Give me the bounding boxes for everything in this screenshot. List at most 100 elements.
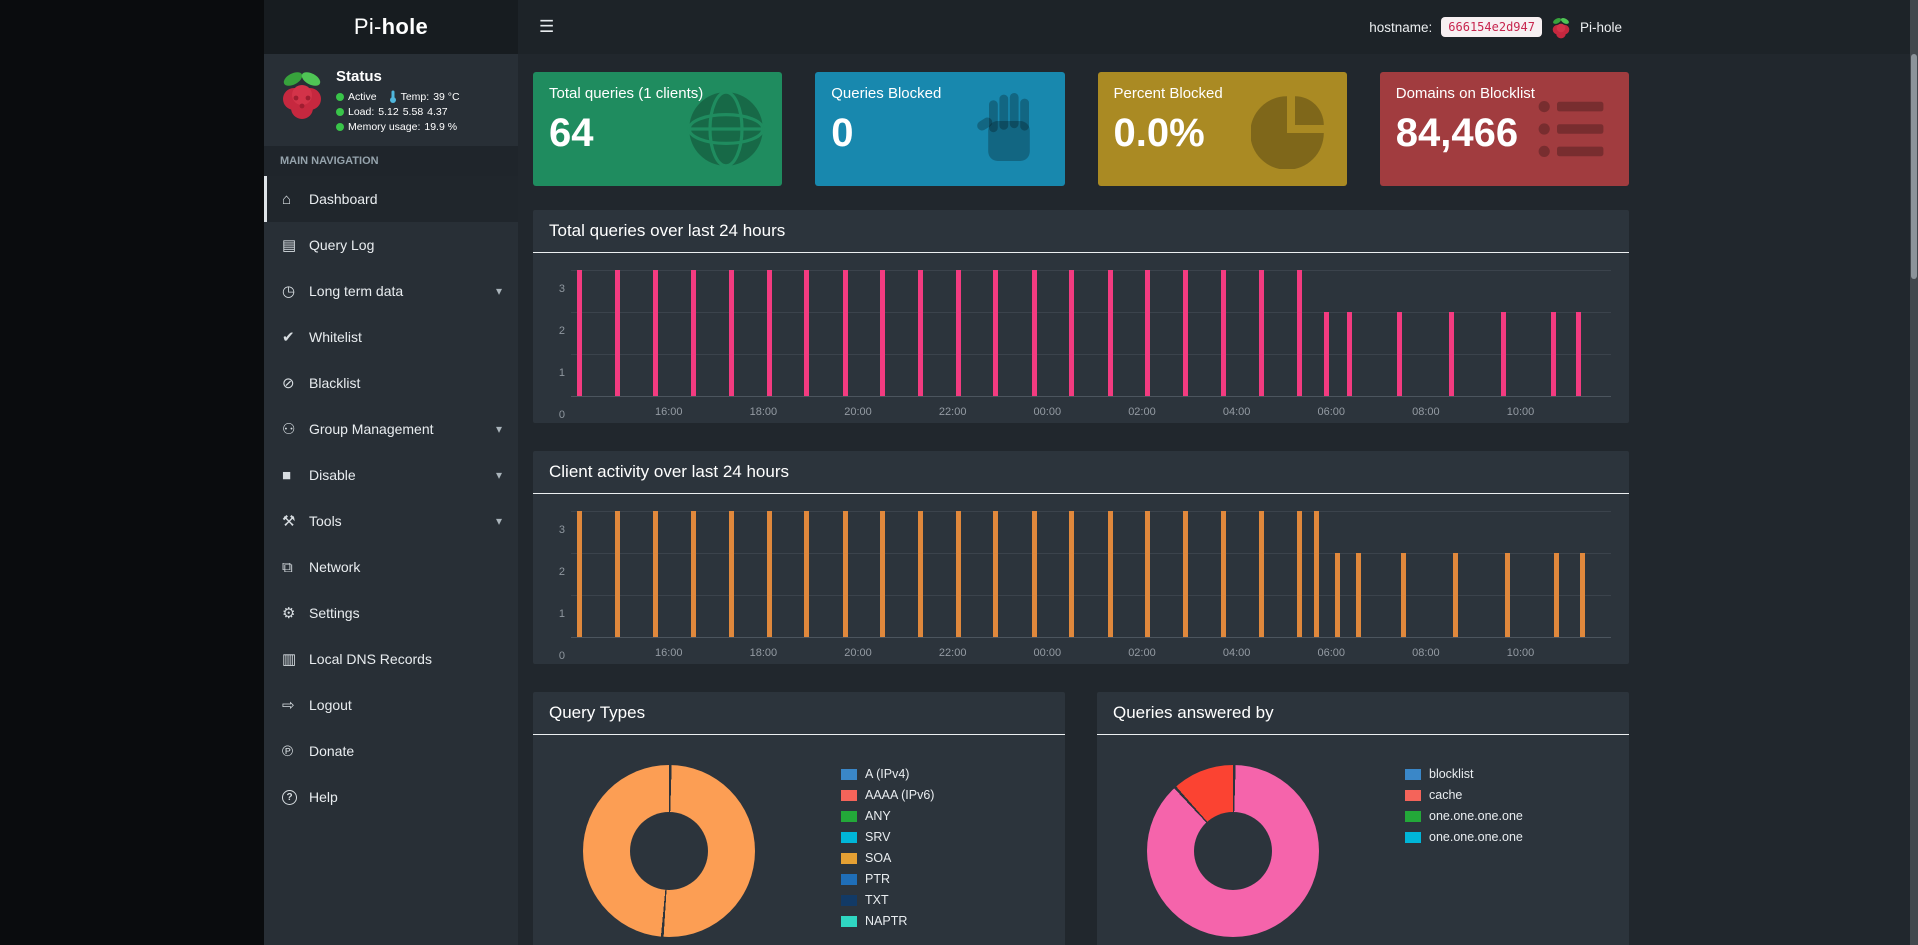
legend-swatch xyxy=(841,915,857,927)
sidebar-item-network[interactable]: ⧉ Network xyxy=(264,544,518,590)
client-activity-chart[interactable]: 0 1 2 3 16:00 18:00 20:00 22:00 00:00 02:00 04:00 0… xyxy=(541,504,1621,664)
stat-cards-row: Total queries (1 clients) 64 Queries Block… xyxy=(533,72,1629,186)
legend-swatch xyxy=(841,831,857,843)
bottom-panels-row: Query Types A (IPv4) AAAA (IPv6) ANY SRV SOA… xyxy=(533,692,1629,945)
sidebar-item-whitelist[interactable]: ✔ Whitelist xyxy=(264,314,518,360)
bar-chart-plot[interactable]: 16:00 18:00 20:00 22:00 00:00 02:00 04:00 06:00… xyxy=(571,270,1611,418)
gridline xyxy=(571,354,1611,355)
sidebar-item-disable[interactable]: ■ Disable ▾ xyxy=(264,452,518,498)
query-bar xyxy=(1258,270,1264,396)
query-bar xyxy=(1107,511,1113,637)
total-queries-chart[interactable]: 0 1 2 3 16:00 18:00 20:00 22:00 00:00 02:00 04:00 0… xyxy=(541,263,1621,423)
query-bar xyxy=(653,511,659,637)
sidebar-item-label: Donate xyxy=(309,743,355,759)
legend-item-srv[interactable]: SRV xyxy=(841,830,934,844)
status-dot-icon xyxy=(336,123,344,131)
query-bar xyxy=(1221,511,1227,637)
queries-answered-by-doughnut-chart[interactable] xyxy=(1147,765,1319,937)
stat-card-domains-on-blocklist[interactable]: Domains on Blocklist 84,466 xyxy=(1379,72,1629,186)
sidebar-toggle-icon[interactable]: ☰ xyxy=(518,17,575,37)
x-tick-label: 20:00 xyxy=(844,406,872,418)
bar-chart-plot[interactable]: 16:00 18:00 20:00 22:00 00:00 02:00 04:00 06:00… xyxy=(571,511,1611,659)
stat-card-value: 64 xyxy=(549,111,594,155)
gridline xyxy=(571,396,1611,397)
x-tick-label: 04:00 xyxy=(1222,647,1251,659)
page-background-gutter xyxy=(0,0,264,945)
hostname-label: hostname: xyxy=(1369,19,1433,35)
legend-item-any[interactable]: ANY xyxy=(841,809,934,823)
scrollbar[interactable] xyxy=(1910,0,1918,945)
sidebar-item-local-dns-records[interactable]: ▥ Local DNS Records xyxy=(264,636,518,682)
sidebar-item-logout[interactable]: ⇨ Logout xyxy=(264,682,518,728)
sidebar-item-label: Query Log xyxy=(309,237,375,253)
sidebar-item-settings[interactable]: ⚙ Settings xyxy=(264,590,518,636)
query-bar xyxy=(1031,511,1037,637)
sidebar-item-long-term-data[interactable]: ◷ Long term data ▾ xyxy=(264,268,518,314)
query-bar xyxy=(1182,511,1188,637)
legend-item-naptr[interactable]: NAPTR xyxy=(841,914,934,928)
query-bar xyxy=(1356,553,1362,637)
legend-label: NAPTR xyxy=(865,914,908,928)
legend-item-soa[interactable]: SOA xyxy=(841,851,934,865)
stat-card-value: 84,466 xyxy=(1395,111,1519,155)
sidebar-item-group-management[interactable]: ⚇ Group Management ▾ xyxy=(264,406,518,452)
content-wrapper: Total queries (1 clients) 64 Queries Block… xyxy=(518,54,1910,945)
y-tick-label: 1 xyxy=(558,608,565,620)
sidebar-item-label: Settings xyxy=(309,605,360,621)
stat-card-total-queries-1-clients[interactable]: Total queries (1 clients) 64 xyxy=(533,72,783,186)
pihole-logo-link[interactable]: Pi-hole xyxy=(264,0,518,54)
legend-item-ptr[interactable]: PTR xyxy=(841,872,934,886)
check-circle-icon: ✔ xyxy=(282,329,295,346)
legend-swatch xyxy=(841,768,857,780)
scrollbar-thumb[interactable] xyxy=(1911,54,1917,279)
query-types-doughnut-chart[interactable] xyxy=(583,765,755,937)
gridline xyxy=(571,511,1611,512)
x-tick-label: 06:00 xyxy=(1317,647,1345,659)
y-tick-label: 2 xyxy=(558,325,565,337)
query-bar xyxy=(804,511,810,637)
sidebar-item-blacklist[interactable]: ⊘ Blacklist xyxy=(264,360,518,406)
top-navbar: ☰ hostname: 666154e2d947 Pi-hole xyxy=(518,0,1910,54)
legend-item-blocklist[interactable]: blocklist xyxy=(1405,767,1523,781)
memory-label: Memory usage: xyxy=(348,121,421,133)
sidebar-item-label: Whitelist xyxy=(309,329,362,345)
legend-item-aaaa-ipv6[interactable]: AAAA (IPv6) xyxy=(841,788,934,802)
legend-item-one-one-one-one[interactable]: one.one.one.one xyxy=(1405,830,1523,844)
query-bar xyxy=(1297,270,1302,396)
stat-card-value: 0.0% xyxy=(1113,111,1205,155)
legend-item-txt[interactable]: TXT xyxy=(841,893,934,907)
chevron-down-icon: ▾ xyxy=(495,422,502,436)
query-bar xyxy=(1401,553,1406,637)
app-wrapper: Pi-hole ☰ hostname: 666154e2d947 Pi-hole xyxy=(264,0,1910,945)
x-tick-label: 16:00 xyxy=(654,406,683,418)
panel-title: Client activity over last 24 hours xyxy=(533,451,1629,494)
sidebar-item-label: Logout xyxy=(309,697,352,713)
legend-swatch xyxy=(1405,789,1421,801)
sidebar-item-help[interactable]: ? Help xyxy=(264,774,518,820)
pihole-raspberry-logo-icon xyxy=(283,72,321,119)
load-label: Load: xyxy=(348,106,375,118)
sidebar-item-donate[interactable]: ℗ Donate xyxy=(264,728,518,774)
ban-icon: ⊘ xyxy=(282,375,295,392)
legend-label: ANY xyxy=(865,809,891,823)
query-bar xyxy=(993,511,999,637)
query-bar xyxy=(1335,553,1341,637)
legend-swatch xyxy=(1405,831,1421,843)
sidebar-item-query-log[interactable]: ▤ Query Log xyxy=(264,222,518,268)
help-icon: ? xyxy=(282,789,297,805)
stat-card-percent-blocked[interactable]: Percent Blocked 0.0% xyxy=(1097,72,1347,186)
query-bar xyxy=(614,511,620,637)
legend-item-one-one-one-one[interactable]: one.one.one.one xyxy=(1405,809,1523,823)
users-icon: ⚇ xyxy=(282,421,296,438)
legend-item-cache[interactable]: cache xyxy=(1405,788,1523,802)
query-bar xyxy=(1396,312,1402,396)
sidebar-menu: ⌂ Dashboard ▤ Query Log ◷ Long term data ▾ ✔ Whi… xyxy=(264,176,518,820)
legend-item-a-ipv4[interactable]: A (IPv4) xyxy=(841,767,934,781)
sidebar-item-dashboard[interactable]: ⌂ Dashboard xyxy=(264,176,518,222)
stat-card-title: Queries Blocked xyxy=(831,85,942,102)
query-bar xyxy=(955,270,961,396)
sidebar-item-tools[interactable]: ⚒ Tools ▾ xyxy=(264,498,518,544)
y-tick-label: 0 xyxy=(558,409,565,421)
stat-card-queries-blocked[interactable]: Queries Blocked 0 xyxy=(815,72,1065,186)
legend-swatch xyxy=(841,852,857,864)
